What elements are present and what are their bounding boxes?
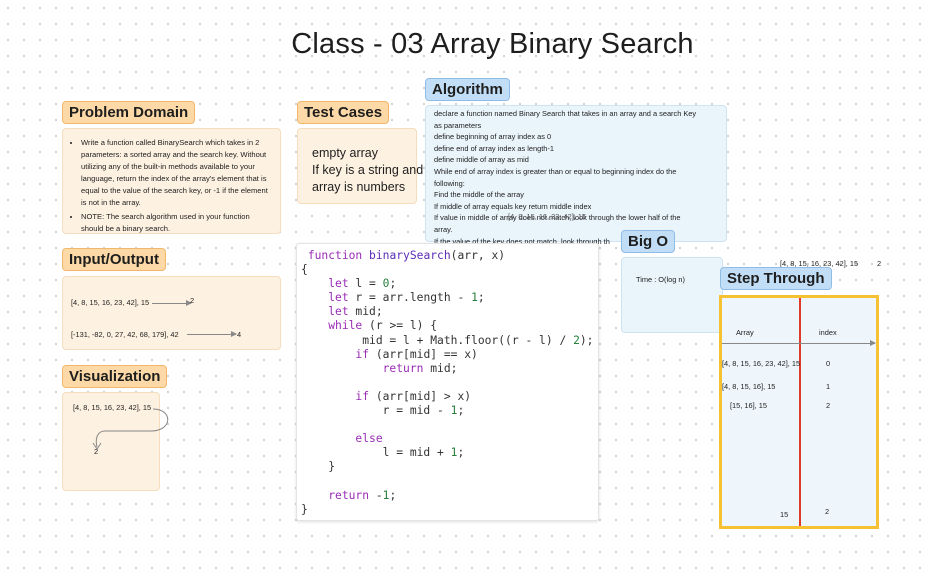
code-line: function binarySearch(arr, x) — [307, 249, 506, 262]
big-o-tag[interactable]: Big O — [621, 230, 675, 253]
big-o-card[interactable]: Time : O(log n) — [621, 257, 723, 333]
problem-domain-card[interactable]: Write a function called BinarySearch whi… — [62, 128, 281, 234]
algorithm-line: as parameters — [434, 120, 482, 130]
step-row-index: 2 — [826, 401, 831, 410]
step-through-tag[interactable]: Step Through — [720, 267, 832, 290]
step-row-array: [4, 8, 15, 16, 23, 42], 15 — [722, 359, 801, 368]
algorithm-line: array. — [434, 224, 453, 234]
algorithm-overlap-text: [4, 8, 15, 16, 23, 42], 15 — [508, 212, 587, 221]
code-block[interactable]: function binarySearch(arr, x) { let l = … — [296, 243, 599, 521]
arrow-right-icon — [152, 300, 192, 306]
step-result-value: 15 — [780, 510, 789, 519]
board-title: Class - 03 Array Binary Search — [291, 28, 694, 60]
algorithm-line: declare a function named Binary Search t… — [434, 109, 697, 118]
problem-bullet: Write a function called BinarySearch whi… — [81, 137, 274, 209]
io-input: [4, 8, 15, 16, 23, 42], 15 — [71, 298, 150, 307]
step-through-box[interactable]: Array index [4, 8, 15, 16, 23, 42], 15 0… — [719, 295, 879, 529]
viz-output: 2 — [94, 447, 99, 456]
algorithm-tag[interactable]: Algorithm — [425, 78, 510, 101]
step-row-array: [4, 8, 15, 16], 15 — [722, 382, 776, 391]
visualization-tag[interactable]: Visualization — [62, 365, 168, 388]
algorithm-line: define end of array index as length-1 — [434, 143, 554, 153]
io-input: [-131, -82, 0, 27, 42, 68, 179], 42 — [71, 330, 179, 339]
input-output-card[interactable]: [4, 8, 15, 16, 23, 42], 15 2 [-131, -82,… — [62, 276, 281, 350]
algorithm-line: following: — [434, 178, 465, 188]
test-case-line: If key is a string and — [312, 163, 424, 177]
divider-line — [799, 298, 801, 526]
problem-bullet: NOTE: The search algorithm used in your … — [81, 211, 274, 235]
problem-domain-tag[interactable]: Problem Domain — [62, 101, 196, 124]
io-output: 2 — [190, 296, 195, 305]
test-case-line: empty array — [312, 146, 378, 160]
step-result-index: 2 — [825, 507, 830, 516]
col-array-header: Array — [736, 328, 754, 337]
arrow-right-icon — [722, 340, 876, 346]
col-index-header: index — [819, 328, 837, 337]
input-output-tag[interactable]: Input/Output — [62, 248, 166, 271]
algorithm-card[interactable]: declare a function named Binary Search t… — [425, 105, 727, 246]
curved-arrow-icon — [92, 408, 169, 450]
test-cases-tag[interactable]: Test Cases — [297, 101, 390, 124]
step-row-index: 1 — [826, 382, 831, 391]
test-cases-card[interactable]: empty array If key is a string and array… — [297, 128, 424, 204]
visualization-card[interactable]: [4, 8, 15, 16, 23, 42], 15 2 — [62, 392, 169, 491]
algorithm-line: define beginning of array index as 0 — [434, 132, 552, 142]
step-row-array: [15, 16], 15 — [730, 401, 767, 410]
test-case-line: array is numbers — [312, 180, 406, 194]
algorithm-line: Find the middle of the array — [434, 190, 524, 200]
big-o-time: Time : O(log n) — [636, 275, 686, 284]
step-header-output: 2 — [877, 259, 882, 268]
algorithm-line: define middle of array as mid — [434, 155, 529, 165]
step-row-index: 0 — [826, 359, 831, 368]
algorithm-line: If middle of array equals key return mid… — [434, 201, 592, 211]
io-output: 4 — [237, 330, 242, 339]
algorithm-line: While end of array index is greater than… — [434, 166, 677, 176]
arrow-right-icon — [187, 331, 237, 337]
